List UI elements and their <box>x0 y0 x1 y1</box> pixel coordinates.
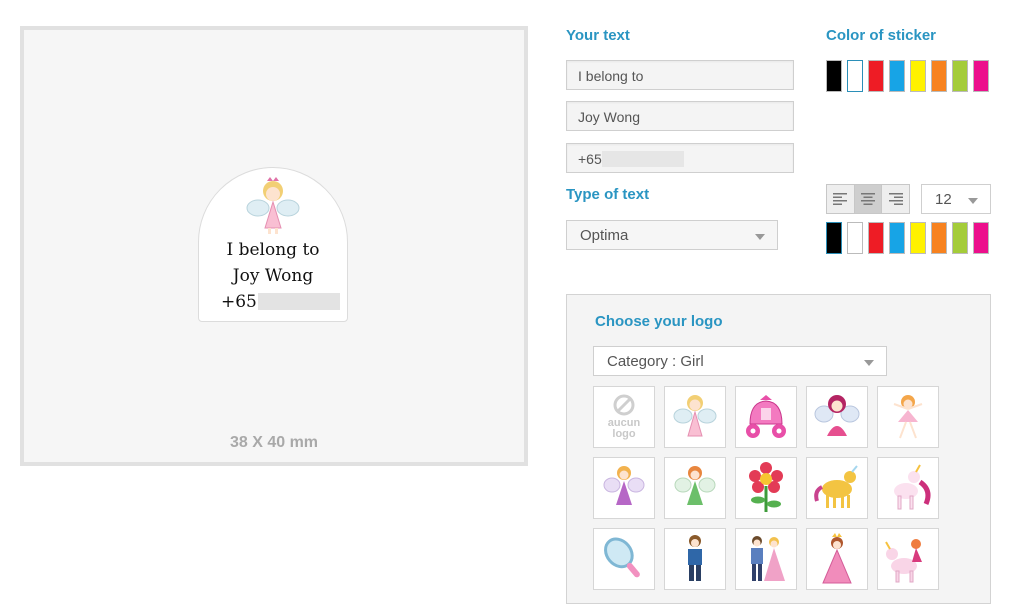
sticker-color-swatch-0[interactable] <box>826 60 842 92</box>
chevron-down-icon <box>864 360 874 366</box>
sticker-text-line-2: Joy Wong <box>232 266 314 286</box>
no-logo-label: aucun logo <box>607 417 641 440</box>
text-line-1-value: I belong to <box>578 68 644 84</box>
logo-tile-carriage[interactable] <box>735 386 797 448</box>
phone-prefix: +65 <box>221 292 257 312</box>
unicorn-girl-icon <box>885 539 922 583</box>
sticker-text-line-3: +65 <box>221 292 340 312</box>
font-select-value: Optima <box>580 227 629 244</box>
align-left-button[interactable] <box>827 185 854 213</box>
logo-tile-mirror[interactable] <box>593 528 655 590</box>
text-color-swatch-0[interactable] <box>826 222 842 254</box>
text-line-3-value: +65 <box>578 151 602 167</box>
logo-tile-prince[interactable] <box>664 528 726 590</box>
align-left-icon <box>833 193 848 205</box>
logo-tile-fairy[interactable] <box>664 386 726 448</box>
sticker-color-swatch-4[interactable] <box>910 60 926 92</box>
text-color-swatch-5[interactable] <box>931 222 947 254</box>
sticker-preview-frame: I belong to Joy Wong +65 38 X 40 mm <box>20 26 528 466</box>
text-color-swatch-1[interactable] <box>847 222 863 254</box>
mirror-icon <box>604 537 640 578</box>
logo-tile-none[interactable]: aucun logo <box>593 386 655 448</box>
couple-icon <box>751 536 785 581</box>
text-color-swatch-4[interactable] <box>910 222 926 254</box>
text-color-swatch-3[interactable] <box>889 222 905 254</box>
yellow-unicorn-icon <box>814 465 858 508</box>
logo-tile-unicorn-yellow[interactable] <box>806 457 868 519</box>
logo-tile-princess[interactable] <box>806 528 868 590</box>
logo-tile-fairy-purple[interactable] <box>593 457 655 519</box>
text-type-title: Type of text <box>566 186 650 203</box>
sticker-color-swatch-2[interactable] <box>868 60 884 92</box>
logo-tile-prince-princess[interactable] <box>735 528 797 590</box>
redacted-number <box>257 293 340 310</box>
sticker-color-swatch-6[interactable] <box>952 60 968 92</box>
sitting-fairy-icon <box>814 395 860 436</box>
text-line-1-input[interactable]: I belong to <box>566 60 794 90</box>
text-line-2-input[interactable]: Joy Wong <box>566 101 794 131</box>
sticker-text-line-1: I belong to <box>226 240 320 260</box>
align-center-icon <box>861 193 875 205</box>
chevron-down-icon <box>968 198 978 204</box>
choose-logo-title: Choose your logo <box>595 313 723 330</box>
princess-icon <box>822 533 852 584</box>
font-size-select[interactable]: 12 <box>921 184 991 214</box>
align-center-button[interactable] <box>853 185 882 213</box>
logo-tile-fairy-sitting[interactable] <box>806 386 868 448</box>
pink-unicorn-icon <box>894 464 931 510</box>
sticker-dimensions: 38 X 40 mm <box>229 434 319 451</box>
green-fairy-icon <box>674 466 716 505</box>
text-line-3-input[interactable]: +65 <box>566 143 794 173</box>
sticker-color-swatch-5[interactable] <box>931 60 947 92</box>
logo-tile-unicorn-girl[interactable] <box>877 528 939 590</box>
sticker-color-title: Color of sticker <box>826 27 937 44</box>
text-color-swatch-7[interactable] <box>973 222 989 254</box>
logo-tile-unicorn-pink[interactable] <box>877 457 939 519</box>
ballerina-icon <box>893 395 923 439</box>
logo-tile-fairy-green[interactable] <box>664 457 726 519</box>
fairy-logo-icon <box>246 177 300 234</box>
sticker-color-swatch-7[interactable] <box>973 60 989 92</box>
your-text-title: Your text <box>566 27 630 44</box>
sticker-preview: I belong to Joy Wong +65 <box>198 167 348 322</box>
sticker-color-swatch-3[interactable] <box>889 60 905 92</box>
align-right-button[interactable] <box>881 185 909 213</box>
text-line-2-value: Joy Wong <box>578 109 640 125</box>
redacted-number <box>601 151 684 167</box>
logo-panel: Choose your logo Category : Girl aucun l… <box>566 294 991 604</box>
text-color-swatch-2[interactable] <box>868 222 884 254</box>
font-size-value: 12 <box>935 191 952 208</box>
chevron-down-icon <box>755 234 765 240</box>
logo-tile-ballerina[interactable] <box>877 386 939 448</box>
purple-fairy-icon <box>603 466 645 505</box>
text-alignment-group <box>826 184 910 214</box>
category-select-value: Category : Girl <box>607 353 704 370</box>
carriage-icon <box>746 395 786 438</box>
flower-icon <box>749 462 783 512</box>
logo-category-select[interactable]: Category : Girl <box>593 346 887 376</box>
font-select[interactable]: Optima <box>566 220 778 250</box>
align-right-icon <box>888 193 903 205</box>
prince-icon <box>688 535 702 581</box>
logo-tile-flower[interactable] <box>735 457 797 519</box>
text-color-swatch-6[interactable] <box>952 222 968 254</box>
no-entry-icon <box>613 394 635 416</box>
no-logo-option: aucun logo <box>604 394 644 440</box>
sticker-color-swatch-1[interactable] <box>847 60 863 92</box>
fairy-icon <box>673 395 717 437</box>
